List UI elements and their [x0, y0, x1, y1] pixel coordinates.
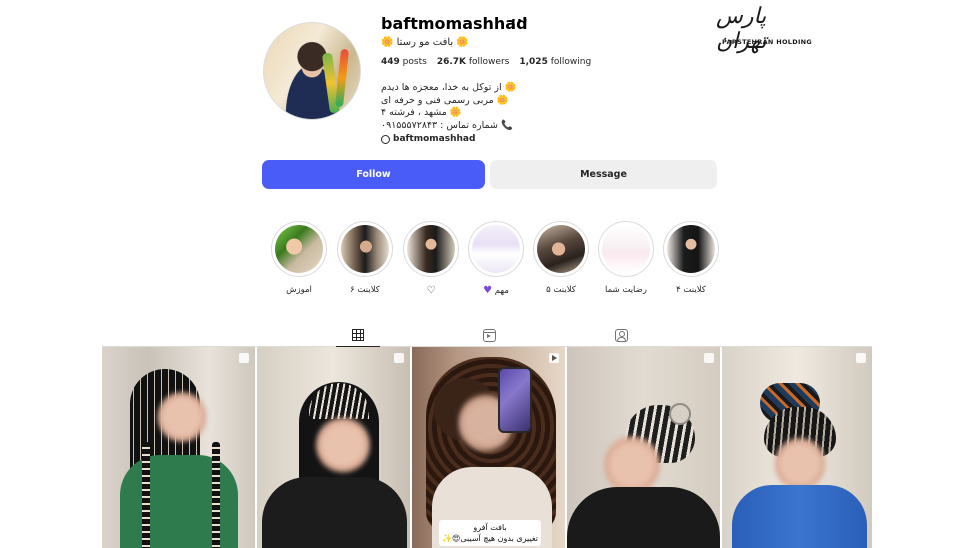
bio-line: 📞 شماره تماس : ۰۹۱۵۵۵۷۲۸۴۳: [381, 119, 513, 131]
highlight-cover: [275, 225, 323, 273]
post-thumbnail[interactable]: بافت آفرو تغییری بدون هیچ آسیبی😍✨: [412, 347, 565, 548]
tab-posts[interactable]: [336, 323, 380, 347]
bio-line: 🌼 مربی رسمی فنی و حرفه ای: [381, 94, 509, 106]
message-button[interactable]: Message: [490, 160, 717, 189]
highlight-label: کلاینت ۵: [546, 285, 576, 295]
highlight-item[interactable]: ♡: [403, 221, 459, 296]
posts-stat: 449 posts: [381, 57, 427, 67]
following-stat[interactable]: 1,025 following: [519, 57, 591, 67]
highlight-cover: [602, 225, 650, 273]
highlight-cover: [537, 225, 585, 273]
reels-icon: [482, 328, 496, 342]
grid-icon: [352, 328, 364, 341]
bio-line: 🌼 مشهد ، فرشته ۴: [381, 107, 462, 118]
highlight-cover: [472, 225, 520, 273]
carousel-icon: [704, 353, 714, 363]
highlight-label: ♡: [403, 285, 459, 296]
threads-link[interactable]: baftmomashhad: [381, 134, 475, 144]
reel-icon: [549, 353, 559, 363]
post-thumbnail[interactable]: [722, 347, 872, 548]
highlight-item[interactable]: کلاینت ۵: [533, 221, 589, 295]
highlight-cover: [407, 225, 455, 273]
watermark-script: پارس تهران: [716, 4, 767, 54]
carousel-icon: [856, 353, 866, 363]
story-highlights: اموزش کلاینت ۶ ♡ ♥ مهم کلاینت ۵ رضایت شم…: [271, 221, 721, 301]
highlight-label: اموزش: [286, 285, 312, 295]
profile-avatar[interactable]: [263, 22, 361, 120]
highlight-cover: [667, 225, 715, 273]
post-thumbnail[interactable]: [567, 347, 720, 548]
highlight-item[interactable]: رضایت شما: [598, 221, 654, 295]
tab-tagged[interactable]: [599, 323, 643, 347]
bio-line: 🌼 از توکل به خدا، معجزه ها دیدم: [381, 82, 517, 93]
heart-outline-icon: ♡: [426, 285, 436, 296]
more-horizontal-icon[interactable]: ···: [511, 14, 529, 29]
post-thumbnail[interactable]: [257, 347, 410, 548]
followers-stat[interactable]: 26.7K followers: [437, 57, 510, 67]
highlight-item[interactable]: اموزش: [271, 221, 327, 295]
tagged-icon: [614, 328, 628, 342]
tab-reels[interactable]: [467, 323, 511, 347]
follow-button[interactable]: Follow: [262, 160, 485, 189]
threads-icon: [381, 134, 390, 144]
carousel-icon: [394, 353, 404, 363]
purple-heart-icon: ♥: [483, 285, 493, 296]
highlight-label: کلاینت ۴: [676, 285, 706, 295]
highlight-label: رضایت شما: [605, 285, 647, 295]
highlight-item[interactable]: کلاینت ۴: [663, 221, 719, 295]
highlight-item[interactable]: کلاینت ۶: [337, 221, 393, 295]
highlight-cover: [341, 225, 389, 273]
threads-handle: baftmomashhad: [393, 134, 476, 144]
post-caption: بافت آفرو تغییری بدون هیچ آسیبی😍✨: [439, 520, 541, 546]
profile-stats: 449 posts 26.7K followers 1,025 followin…: [381, 57, 591, 67]
watermark-logo: پارس تهران PARSTEHRAN HOLDING: [712, 4, 822, 54]
highlight-item[interactable]: ♥ مهم: [468, 221, 524, 296]
profile-bio: 🌼 از توکل به خدا، معجزه ها دیدم 🌼 مربی ر…: [381, 82, 516, 132]
profile-display-name: 🌼 بافت مو رستا 🌼: [381, 37, 469, 48]
post-thumbnail[interactable]: [102, 347, 255, 548]
highlight-label: ♥ مهم: [483, 285, 509, 296]
profile-username: baftmomashhad: [381, 14, 528, 33]
watermark-subtext: PARSTEHRAN HOLDING: [722, 38, 813, 46]
carousel-icon: [239, 353, 249, 363]
highlight-label: کلاینت ۶: [350, 285, 380, 295]
